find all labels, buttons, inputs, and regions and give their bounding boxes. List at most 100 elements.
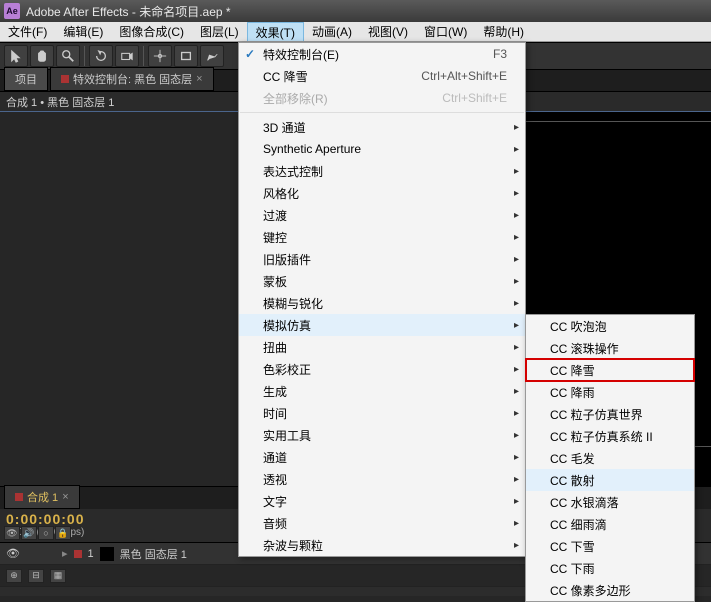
submenu-item-label: CC 水银滴落 <box>550 494 619 511</box>
chevron-right-icon: ▸ <box>514 364 519 375</box>
menu-item[interactable]: 色彩校正▸ <box>239 358 525 380</box>
menu-item[interactable]: 旧版插件▸ <box>239 248 525 270</box>
menu-item[interactable]: 通道▸ <box>239 446 525 468</box>
submenu-item[interactable]: CC 散射 <box>526 469 694 491</box>
submenu-item[interactable]: CC 细雨滴 <box>526 513 694 535</box>
rect-tool-icon[interactable] <box>174 45 198 67</box>
menu-item-label: 杂波与颗粒 <box>263 537 323 554</box>
submenu-item[interactable]: CC 滚珠操作 <box>526 337 694 359</box>
app-title: Adobe After Effects - 未命名项目.aep * <box>26 3 231 20</box>
menu-图像合成[interactable]: 图像合成(C) <box>111 22 192 41</box>
submenu-item[interactable]: CC 毛发 <box>526 447 694 469</box>
menu-item-label: 风格化 <box>263 185 299 202</box>
menu-bar: 文件(F)编辑(E)图像合成(C)图层(L)效果(T)动画(A)视图(V)窗口(… <box>0 22 711 42</box>
menu-shortcut: Ctrl+Shift+E <box>442 91 507 105</box>
menu-item[interactable]: 键控▸ <box>239 226 525 248</box>
chevron-right-icon: ▸ <box>514 320 519 331</box>
chevron-right-icon: ▸ <box>514 210 519 221</box>
menu-文件[interactable]: 文件(F) <box>0 22 55 41</box>
submenu-item[interactable]: CC 粒子仿真世界 <box>526 403 694 425</box>
close-icon[interactable]: × <box>62 491 68 503</box>
menu-item-label: 键控 <box>263 229 287 246</box>
chevron-right-icon: ▸ <box>514 298 519 309</box>
layer-name: 黑色 固态层 1 <box>120 546 187 562</box>
menu-item-label: 表达式控制 <box>263 163 323 180</box>
menu-item[interactable]: 实用工具▸ <box>239 424 525 446</box>
menu-item[interactable]: 文字▸ <box>239 490 525 512</box>
submenu-item-label: CC 粒子仿真系统 II <box>550 428 653 445</box>
menu-item-label: 模糊与锐化 <box>263 295 323 312</box>
menu-item-label: 通道 <box>263 449 287 466</box>
rotate-tool-icon[interactable] <box>89 45 113 67</box>
menu-item[interactable]: 生成▸ <box>239 380 525 402</box>
menu-效果[interactable]: 效果(T) <box>247 22 304 41</box>
chevron-right-icon: ▸ <box>514 122 519 133</box>
chevron-right-icon: ▸ <box>514 276 519 287</box>
video-toggle-icon[interactable]: 👁 <box>4 526 20 540</box>
menu-编辑[interactable]: 编辑(E) <box>55 22 111 41</box>
pen-tool-icon[interactable] <box>200 45 224 67</box>
submenu-item[interactable]: CC 水银滴落 <box>526 491 694 513</box>
menu-窗口[interactable]: 窗口(W) <box>416 22 475 41</box>
submenu-item-label: CC 散射 <box>550 472 595 489</box>
menu-item-label: 透视 <box>263 471 287 488</box>
submenu-item[interactable]: CC 下雨 <box>526 557 694 579</box>
tab-effect-controls[interactable]: 特效控制台: 黑色 固态层× <box>50 67 214 91</box>
audio-toggle-icon[interactable]: 🔊 <box>21 526 37 540</box>
close-icon[interactable]: × <box>196 73 202 85</box>
submenu-item[interactable]: CC 降雪 <box>526 359 694 381</box>
menu-帮助[interactable]: 帮助(H) <box>475 22 532 41</box>
timeline-tab[interactable]: 合成 1× <box>4 485 80 509</box>
layer-color-icon <box>74 550 82 558</box>
check-icon: ✓ <box>245 47 255 61</box>
frame-blend-icon[interactable]: ▦ <box>50 569 66 583</box>
twirl-icon[interactable]: ⊕ <box>6 569 22 583</box>
menu-视图[interactable]: 视图(V) <box>360 22 416 41</box>
tab-project[interactable]: 项目 <box>4 67 48 91</box>
submenu-item-label: CC 降雪 <box>550 362 595 379</box>
submenu-item[interactable]: CC 降雨 <box>526 381 694 403</box>
menu-item[interactable]: 3D 通道▸ <box>239 116 525 138</box>
chevron-right-icon: ▸ <box>514 144 519 155</box>
menu-item[interactable]: 模拟仿真▸ <box>239 314 525 336</box>
menu-动画[interactable]: 动画(A) <box>304 22 360 41</box>
submenu-item-label: CC 细雨滴 <box>550 516 607 533</box>
anchor-tool-icon[interactable] <box>148 45 172 67</box>
menu-item[interactable]: 时间▸ <box>239 402 525 424</box>
effects-menu: ✓特效控制台(E)F3CC 降雪Ctrl+Alt+Shift+E全部移除(R)C… <box>238 42 526 557</box>
camera-tool-icon[interactable] <box>115 45 139 67</box>
submenu-item[interactable]: CC 像素多边形 <box>526 579 694 601</box>
menu-item-label: 扭曲 <box>263 339 287 356</box>
menu-item-label: 特效控制台(E) <box>263 46 339 63</box>
submenu-item-label: CC 下雪 <box>550 538 595 555</box>
menu-item[interactable]: 杂波与颗粒 ▸ <box>239 534 525 556</box>
chevron-right-icon: ▸ <box>514 540 519 551</box>
menu-item[interactable]: 透视 ▸ <box>239 468 525 490</box>
menu-item[interactable]: 风格化▸ <box>239 182 525 204</box>
lock-toggle-icon[interactable]: 🔒 <box>55 526 71 540</box>
menu-item[interactable]: 模糊与锐化 ▸ <box>239 292 525 314</box>
menu-item[interactable]: 扭曲▸ <box>239 336 525 358</box>
shy-icon[interactable]: ⊟ <box>28 569 44 583</box>
chevron-right-icon: ▸ <box>514 518 519 529</box>
submenu-item[interactable]: CC 吹泡泡 <box>526 315 694 337</box>
menu-item[interactable]: CC 降雪Ctrl+Alt+Shift+E <box>239 65 525 87</box>
zoom-tool-icon[interactable] <box>56 45 80 67</box>
chevron-right-icon: ▸ <box>514 474 519 485</box>
menu-item[interactable]: 蒙板▸ <box>239 270 525 292</box>
menu-item-label: Synthetic Aperture <box>263 142 361 156</box>
layer-color-icon <box>61 75 69 83</box>
menu-图层[interactable]: 图层(L) <box>192 22 247 41</box>
submenu-item[interactable]: CC 下雪 <box>526 535 694 557</box>
menu-item[interactable]: ✓特效控制台(E)F3 <box>239 43 525 65</box>
solo-toggle-icon[interactable]: ○ <box>38 526 54 540</box>
selection-tool-icon[interactable] <box>4 45 28 67</box>
submenu-item[interactable]: CC 粒子仿真系统 II <box>526 425 694 447</box>
menu-item[interactable]: 过渡 ▸ <box>239 204 525 226</box>
menu-item[interactable]: 表达式控制▸ <box>239 160 525 182</box>
hand-tool-icon[interactable] <box>30 45 54 67</box>
menu-item[interactable]: Synthetic Aperture ▸ <box>239 138 525 160</box>
menu-item-label: 过渡 <box>263 207 287 224</box>
menu-item[interactable]: 音频▸ <box>239 512 525 534</box>
video-toggle-icon[interactable]: 👁 <box>6 547 20 561</box>
